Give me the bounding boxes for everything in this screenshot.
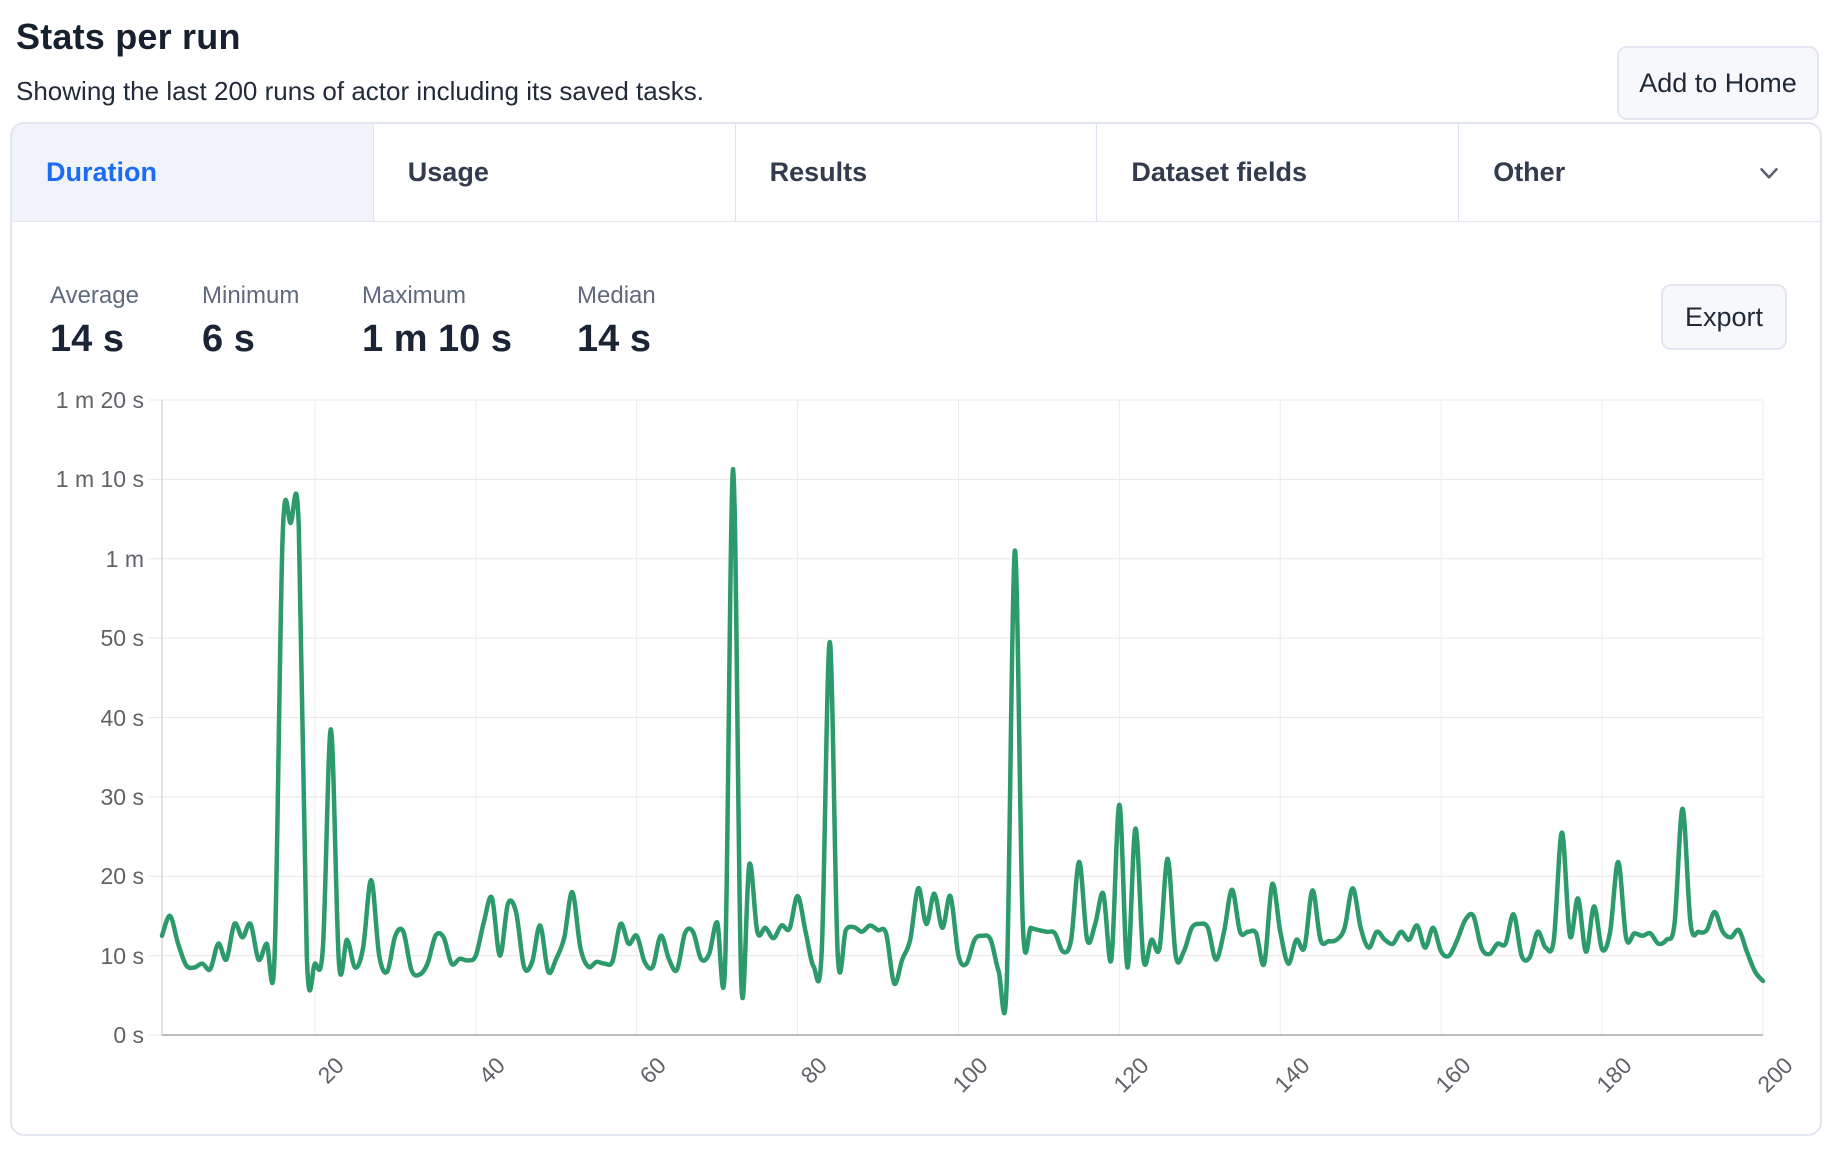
y-tick-label: 0 s <box>30 1020 144 1050</box>
y-tick-label: 20 s <box>30 861 144 891</box>
export-button[interactable]: Export <box>1661 284 1787 350</box>
tab-usage[interactable]: Usage <box>374 124 736 221</box>
tab-dataset-fields[interactable]: Dataset fields <box>1097 124 1459 221</box>
tab-usage-label: Usage <box>408 157 489 188</box>
x-tick-label: 40 <box>474 1052 511 1089</box>
stat-median: Median 14 s <box>577 282 656 361</box>
tab-duration[interactable]: Duration <box>12 124 374 221</box>
tab-dataset-fields-label: Dataset fields <box>1131 157 1307 188</box>
tab-other-label: Other <box>1493 157 1565 188</box>
tab-results-label: Results <box>770 157 868 188</box>
duration-series-line <box>162 469 1763 1013</box>
stat-median-label: Median <box>577 282 656 310</box>
y-tick-label: 1 m 10 s <box>30 464 144 494</box>
stat-average-value: 14 s <box>50 318 139 361</box>
x-tick-label: 60 <box>635 1052 672 1089</box>
y-tick-label: 1 m 20 s <box>30 385 144 415</box>
stat-average: Average 14 s <box>50 282 139 361</box>
tab-bar: Duration Usage Results Dataset fields Ot… <box>12 124 1820 222</box>
stat-maximum: Maximum 1 m 10 s <box>362 282 512 361</box>
stat-maximum-label: Maximum <box>362 282 512 310</box>
tab-results[interactable]: Results <box>736 124 1098 221</box>
x-tick-label: 180 <box>1591 1052 1637 1098</box>
page-title: Stats per run <box>16 16 241 58</box>
stats-card: Duration Usage Results Dataset fields Ot… <box>10 122 1822 1136</box>
x-tick-label: 120 <box>1108 1052 1154 1098</box>
add-to-home-button[interactable]: Add to Home <box>1617 46 1819 120</box>
page-subtitle: Showing the last 200 runs of actor inclu… <box>16 76 704 107</box>
x-tick-label: 20 <box>313 1052 350 1089</box>
stat-average-label: Average <box>50 282 139 310</box>
x-tick-label: 160 <box>1430 1052 1476 1098</box>
y-tick-label: 50 s <box>30 623 144 653</box>
y-tick-label: 1 m <box>30 544 144 574</box>
stat-median-value: 14 s <box>577 318 656 361</box>
stat-minimum-value: 6 s <box>202 318 299 361</box>
x-tick-label: 80 <box>795 1052 832 1089</box>
stat-maximum-value: 1 m 10 s <box>362 318 512 361</box>
x-tick-label: 100 <box>947 1052 993 1098</box>
x-tick-label: 200 <box>1752 1052 1798 1098</box>
y-tick-label: 10 s <box>30 941 144 971</box>
tab-other[interactable]: Other <box>1459 124 1820 221</box>
chart-panel: Average 14 s Minimum 6 s Maximum 1 m 10 … <box>12 222 1820 1136</box>
y-tick-label: 40 s <box>30 703 144 733</box>
x-tick-label: 140 <box>1269 1052 1315 1098</box>
tab-duration-label: Duration <box>46 157 157 188</box>
stat-minimum: Minimum 6 s <box>202 282 299 361</box>
chevron-down-icon <box>1754 158 1784 188</box>
y-tick-label: 30 s <box>30 782 144 812</box>
stat-minimum-label: Minimum <box>202 282 299 310</box>
